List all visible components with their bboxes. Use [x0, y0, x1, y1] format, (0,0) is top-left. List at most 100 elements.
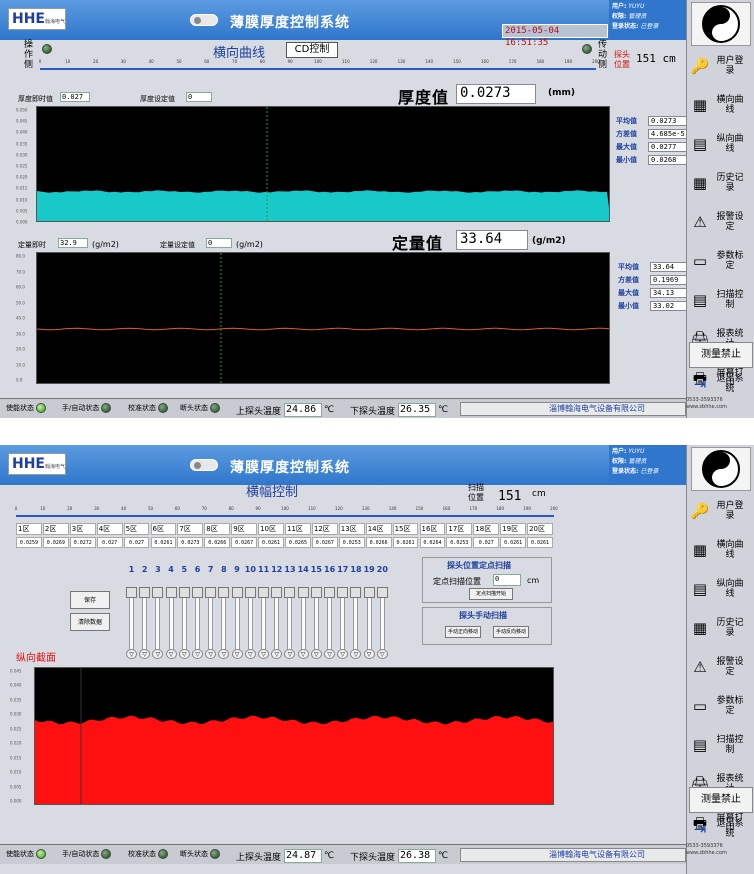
slider-knob[interactable] [139, 587, 151, 598]
zone-slider[interactable]: 8 ▽ [218, 565, 230, 659]
slider-knob[interactable] [350, 587, 362, 598]
slider-knob[interactable] [205, 587, 217, 598]
slider-knob[interactable] [218, 587, 230, 598]
chevron-down-icon[interactable]: ▽ [165, 649, 177, 659]
side-button[interactable]: 🔑 用户登录 [689, 497, 753, 525]
fixed-scan-input[interactable]: 0 [493, 574, 521, 586]
ruler-tick-label: 150 [453, 59, 461, 64]
zone-slider[interactable]: 6 ▽ [192, 565, 203, 659]
zone-slider[interactable]: 20 ▽ [376, 565, 388, 659]
side-button[interactable]: ▦ 历史记录 [689, 614, 753, 642]
chevron-down-icon[interactable]: ▽ [376, 649, 388, 659]
zone-value: 0.0266 [365, 537, 392, 548]
zone-slider[interactable]: 4 ▽ [165, 565, 177, 659]
side-button[interactable]: ⚠ 报警设定 [689, 653, 753, 681]
y-tick-label: 0.040 [16, 129, 28, 135]
zone-slider[interactable]: 10 ▽ [244, 565, 256, 659]
save-button[interactable]: 保存 [70, 591, 110, 609]
fixed-scan-start-button[interactable]: 定点扫描开始 [469, 588, 513, 600]
zone-slider[interactable]: 1 ▽ [126, 565, 137, 659]
manual-forward-button[interactable]: 手动正向移动 [445, 626, 481, 638]
zone-sliders: 1 ▽ 2 ▽ 3 ▽ 4 ▽ 5 ▽ 6 ▽ 7 ▽ 8 ▽ 9 ▽ 10 ▽ 11 ▽ 12 ▽ 13 ▽ 14 ▽ 15 ▽ 16 ▽ 1… [126, 565, 396, 659]
basis-unit: (g/m2) [532, 236, 566, 246]
side-button[interactable]: ⚠ 报警设定 [689, 208, 753, 236]
slider-number: 3 [155, 565, 161, 574]
side-button-label: 扫描控制 [716, 735, 744, 755]
zone-slider[interactable]: 19 ▽ [363, 565, 375, 659]
slider-number: 15 [310, 565, 322, 574]
chevron-down-icon[interactable]: ▽ [363, 649, 375, 659]
side-button[interactable]: ▭ 参数标定 [689, 247, 753, 275]
clear-data-button[interactable]: 清除数据 [70, 613, 110, 631]
zone-slider[interactable]: 14 ▽ [297, 565, 309, 659]
zone-slider[interactable]: 16 ▽ [324, 565, 335, 659]
zone-slider[interactable]: 11 ▽ [258, 565, 269, 659]
side-button[interactable]: ▦ 历史记录 [689, 169, 753, 197]
zone-slider[interactable]: 2 ▽ [139, 565, 151, 659]
zone-value: 0.027 [123, 537, 150, 548]
slider-knob[interactable] [297, 587, 309, 598]
measure-disable-button[interactable]: 测量禁止 [689, 787, 753, 813]
basis-set-input[interactable]: 0 [206, 238, 232, 248]
cd-control-button[interactable]: CD控制 [286, 42, 338, 58]
side-button[interactable]: ▤ 纵向曲线 [689, 575, 753, 603]
chevron-down-icon[interactable]: ▽ [205, 649, 217, 659]
slider-knob[interactable] [376, 587, 388, 598]
side-button[interactable]: ▦ 横向曲线 [689, 91, 753, 119]
zone-slider[interactable]: 15 ▽ [310, 565, 322, 659]
side-button[interactable]: ▤ 扫描控制 [689, 731, 753, 759]
chevron-down-icon[interactable]: ▽ [297, 649, 309, 659]
chevron-down-icon[interactable]: ▽ [324, 649, 335, 659]
thickness-set-input[interactable]: 0 [186, 92, 212, 102]
chevron-down-icon[interactable]: ▽ [218, 649, 230, 659]
zone-slider[interactable]: 9 ▽ [231, 565, 243, 659]
chevron-down-icon[interactable]: ▽ [178, 649, 190, 659]
slider-knob[interactable] [126, 587, 137, 598]
slider-knob[interactable] [337, 587, 349, 598]
chevron-down-icon[interactable]: ▽ [126, 649, 137, 659]
zone-label: 11区 [285, 523, 311, 535]
slider-knob[interactable] [363, 587, 375, 598]
ruler-tick-label: 20 [67, 506, 73, 511]
side-button[interactable]: ▭ 参数标定 [689, 692, 753, 720]
exit-button[interactable]: ⇥ 退出系统 [689, 370, 753, 398]
zone-slider[interactable]: 12 ▽ [271, 565, 283, 659]
chevron-down-icon[interactable]: ▽ [152, 649, 164, 659]
manual-reverse-button[interactable]: 手动反向移动 [493, 626, 529, 638]
zone-slider[interactable]: 7 ▽ [205, 565, 217, 659]
chevron-down-icon[interactable]: ▽ [258, 649, 269, 659]
chevron-down-icon[interactable]: ▽ [231, 649, 243, 659]
slider-knob[interactable] [165, 587, 177, 598]
slider-knob[interactable] [284, 587, 296, 598]
chevron-down-icon[interactable]: ▽ [350, 649, 362, 659]
chevron-down-icon[interactable]: ▽ [271, 649, 283, 659]
measure-disable-button[interactable]: 测量禁止 [689, 342, 753, 368]
zone-slider[interactable]: 5 ▽ [178, 565, 190, 659]
slider-knob[interactable] [310, 587, 322, 598]
slider-knob[interactable] [244, 587, 256, 598]
chevron-down-icon[interactable]: ▽ [310, 649, 322, 659]
side-button[interactable]: ▤ 纵向曲线 [689, 130, 753, 158]
exit-button[interactable]: ⇥ 退出系统 [689, 815, 753, 843]
slider-knob[interactable] [231, 587, 243, 598]
enable-led [36, 403, 46, 413]
zone-slider[interactable]: 17 ▽ [337, 565, 349, 659]
chevron-down-icon[interactable]: ▽ [284, 649, 296, 659]
ruler-tick-label: 60 [204, 59, 210, 64]
chevron-down-icon[interactable]: ▽ [244, 649, 256, 659]
chevron-down-icon[interactable]: ▽ [192, 649, 203, 659]
slider-knob[interactable] [178, 587, 190, 598]
slider-knob[interactable] [258, 587, 269, 598]
chevron-down-icon[interactable]: ▽ [139, 649, 151, 659]
zone-slider[interactable]: 13 ▽ [284, 565, 296, 659]
chevron-down-icon[interactable]: ▽ [337, 649, 349, 659]
side-button[interactable]: ▦ 横向曲线 [689, 536, 753, 564]
slider-knob[interactable] [192, 587, 203, 598]
side-button[interactable]: 🔑 用户登录 [689, 52, 753, 80]
slider-knob[interactable] [324, 587, 335, 598]
slider-knob[interactable] [152, 587, 164, 598]
zone-slider[interactable]: 3 ▽ [152, 565, 164, 659]
slider-knob[interactable] [271, 587, 283, 598]
side-button[interactable]: ▤ 扫描控制 [689, 286, 753, 314]
zone-slider[interactable]: 18 ▽ [350, 565, 362, 659]
